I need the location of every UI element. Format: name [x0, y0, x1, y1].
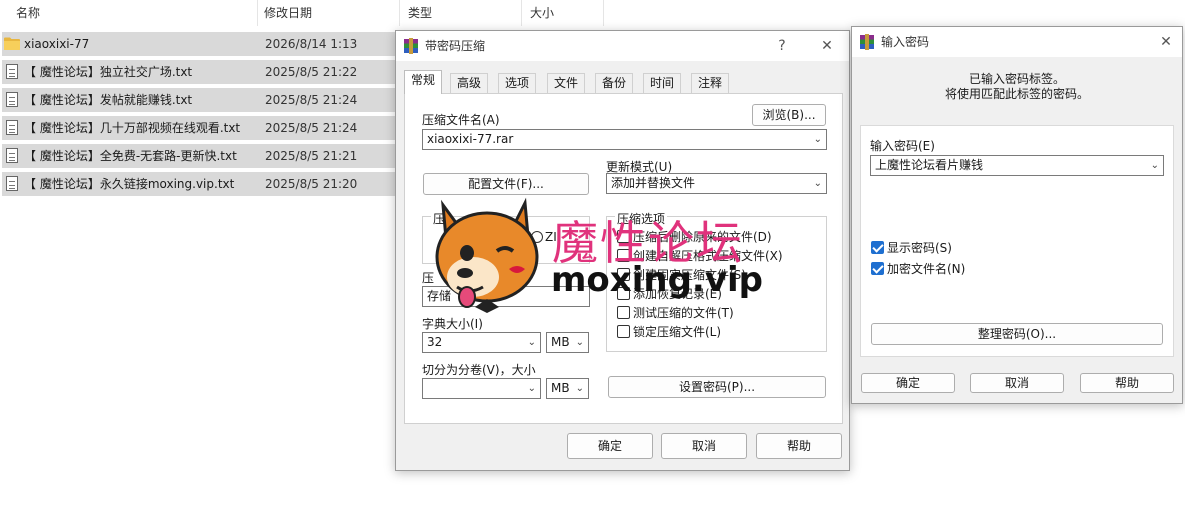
tab-advanced[interactable]: 高级	[450, 73, 489, 94]
password-dialog: 输入密码 ✕ 已输入密码标签。 将使用匹配此标签的密码。 输入密码(E) 上魔性…	[851, 26, 1183, 404]
file-name: 【 魔性论坛】全免费-无套路-更新快.txt	[24, 149, 237, 163]
text-file-icon	[6, 176, 18, 191]
update-mode-value: 添加并替换文件	[611, 176, 696, 190]
column-header-type[interactable]: 类型	[400, 0, 522, 26]
dialog-title: 输入密码	[881, 35, 930, 49]
column-header-size[interactable]: 大小	[522, 0, 604, 26]
sort-up-icon: ⌃	[128, 0, 136, 5]
dict-unit-combo[interactable]: MB ⌄	[546, 332, 589, 353]
password-combo[interactable]: 上魔性论坛看片赚钱 ⌄	[870, 155, 1164, 176]
dict-size-combo[interactable]: 32 ⌄	[422, 332, 541, 353]
column-headers: 名称 ⌃ 修改日期 类型 大小	[0, 0, 604, 26]
show-password-checkbox[interactable]	[871, 241, 884, 254]
ok-button[interactable]: 确定	[861, 373, 955, 393]
file-date: 2025/8/5 21:24	[265, 121, 358, 135]
password-label: 输入密码(E)	[870, 139, 935, 153]
dict-unit-value: MB	[551, 335, 570, 349]
file-date: 2025/8/5 21:21	[265, 149, 358, 163]
info-line-2: 将使用匹配此标签的密码。	[944, 87, 1089, 101]
tab-backup[interactable]: 备份	[595, 73, 634, 94]
help-button[interactable]: 帮助	[1080, 373, 1174, 393]
cancel-button[interactable]: 取消	[970, 373, 1064, 393]
close-icon[interactable]: ✕	[810, 31, 844, 61]
text-file-icon	[6, 148, 18, 163]
chevron-down-icon: ⌄	[527, 383, 536, 394]
organize-passwords-button[interactable]: 整理密码(O)...	[871, 323, 1163, 345]
file-date: 2025/8/5 21:20	[265, 177, 358, 191]
shiba-mascot-logo	[435, 197, 539, 313]
chevron-down-icon: ⌄	[527, 337, 536, 348]
test-archive-label: 测试压缩的文件(T)	[633, 306, 734, 320]
split-volumes-label: 切分为分卷(V)，大小	[422, 363, 536, 377]
help-icon[interactable]: ?	[765, 31, 799, 61]
tab-comment[interactable]: 注释	[691, 73, 730, 94]
archive-name-combo[interactable]: xiaoxixi-77.rar ⌄	[422, 129, 827, 150]
profiles-button[interactable]: 配置文件(F)...	[423, 173, 589, 195]
chevron-down-icon: ⌄	[813, 178, 822, 189]
winrar-icon	[404, 38, 418, 54]
close-icon[interactable]: ✕	[1149, 27, 1183, 57]
show-password-label: 显示密码(S)	[887, 241, 952, 255]
archive-name-label: 压缩文件名(A)	[422, 113, 500, 127]
encrypt-filenames-label: 加密文件名(N)	[887, 262, 966, 276]
file-name: 【 魔性论坛】发帖就能赚钱.txt	[24, 93, 193, 107]
chevron-down-icon: ⌄	[1150, 160, 1159, 171]
archive-name-value: xiaoxixi-77.rar	[427, 132, 514, 146]
file-name: xiaoxixi-77	[24, 37, 90, 51]
tab-strip: 常规 高级 选项 文件 备份 时间 注释	[404, 70, 844, 94]
tab-options[interactable]: 选项	[498, 73, 537, 94]
tab-files[interactable]: 文件	[547, 73, 586, 94]
text-file-icon	[6, 92, 18, 107]
dict-size-label: 字典大小(I)	[422, 317, 483, 331]
dialog-titlebar: 带密码压缩 ? ✕	[396, 31, 849, 61]
split-unit-combo[interactable]: MB ⌄	[546, 378, 589, 399]
update-mode-combo[interactable]: 添加并替换文件 ⌄	[606, 173, 827, 194]
dialog-titlebar: 输入密码 ✕	[852, 27, 1182, 57]
set-password-button[interactable]: 设置密码(P)...	[608, 376, 826, 398]
cancel-button[interactable]: 取消	[661, 433, 747, 459]
browse-button[interactable]: 浏览(B)...	[752, 104, 826, 126]
file-name: 【 魔性论坛】独立社交广场.txt	[24, 65, 193, 79]
split-size-combo[interactable]: ⌄	[422, 378, 541, 399]
ok-button[interactable]: 确定	[567, 433, 653, 459]
lock-archive-label: 锁定压缩文件(L)	[633, 325, 722, 339]
split-unit-value: MB	[551, 381, 570, 395]
file-name: 【 魔性论坛】几十万部视频在线观看.txt	[24, 121, 241, 135]
chevron-down-icon: ⌄	[575, 383, 584, 394]
winrar-icon	[860, 34, 874, 50]
chevron-down-icon: ⌄	[813, 134, 822, 145]
column-header-date[interactable]: 修改日期	[258, 0, 400, 26]
help-button[interactable]: 帮助	[756, 433, 842, 459]
password-panel: 输入密码(E) 上魔性论坛看片赚钱 ⌄ 显示密码(S) 加密文件名(N) 整理密…	[860, 125, 1174, 357]
watermark-domain: moxing.vip	[551, 260, 763, 300]
test-archive-checkbox[interactable]	[617, 306, 630, 319]
file-date: 2025/8/5 21:22	[265, 65, 358, 79]
file-name: 【 魔性论坛】永久链接moxing.vip.txt	[24, 177, 235, 191]
text-file-icon	[6, 120, 18, 135]
tab-time[interactable]: 时间	[643, 73, 682, 94]
file-date: 2025/8/5 21:24	[265, 93, 358, 107]
lock-archive-checkbox[interactable]	[617, 325, 630, 338]
encrypt-filenames-checkbox[interactable]	[871, 262, 884, 275]
dialog-title: 带密码压缩	[425, 39, 486, 53]
tab-general[interactable]: 常规	[404, 70, 443, 94]
password-value: 上魔性论坛看片赚钱	[875, 158, 984, 172]
dict-size-value: 32	[427, 335, 443, 349]
file-date: 2026/8/14 1:13	[265, 37, 358, 51]
chevron-down-icon: ⌄	[575, 337, 584, 348]
folder-icon	[4, 37, 20, 50]
text-file-icon	[6, 64, 18, 79]
